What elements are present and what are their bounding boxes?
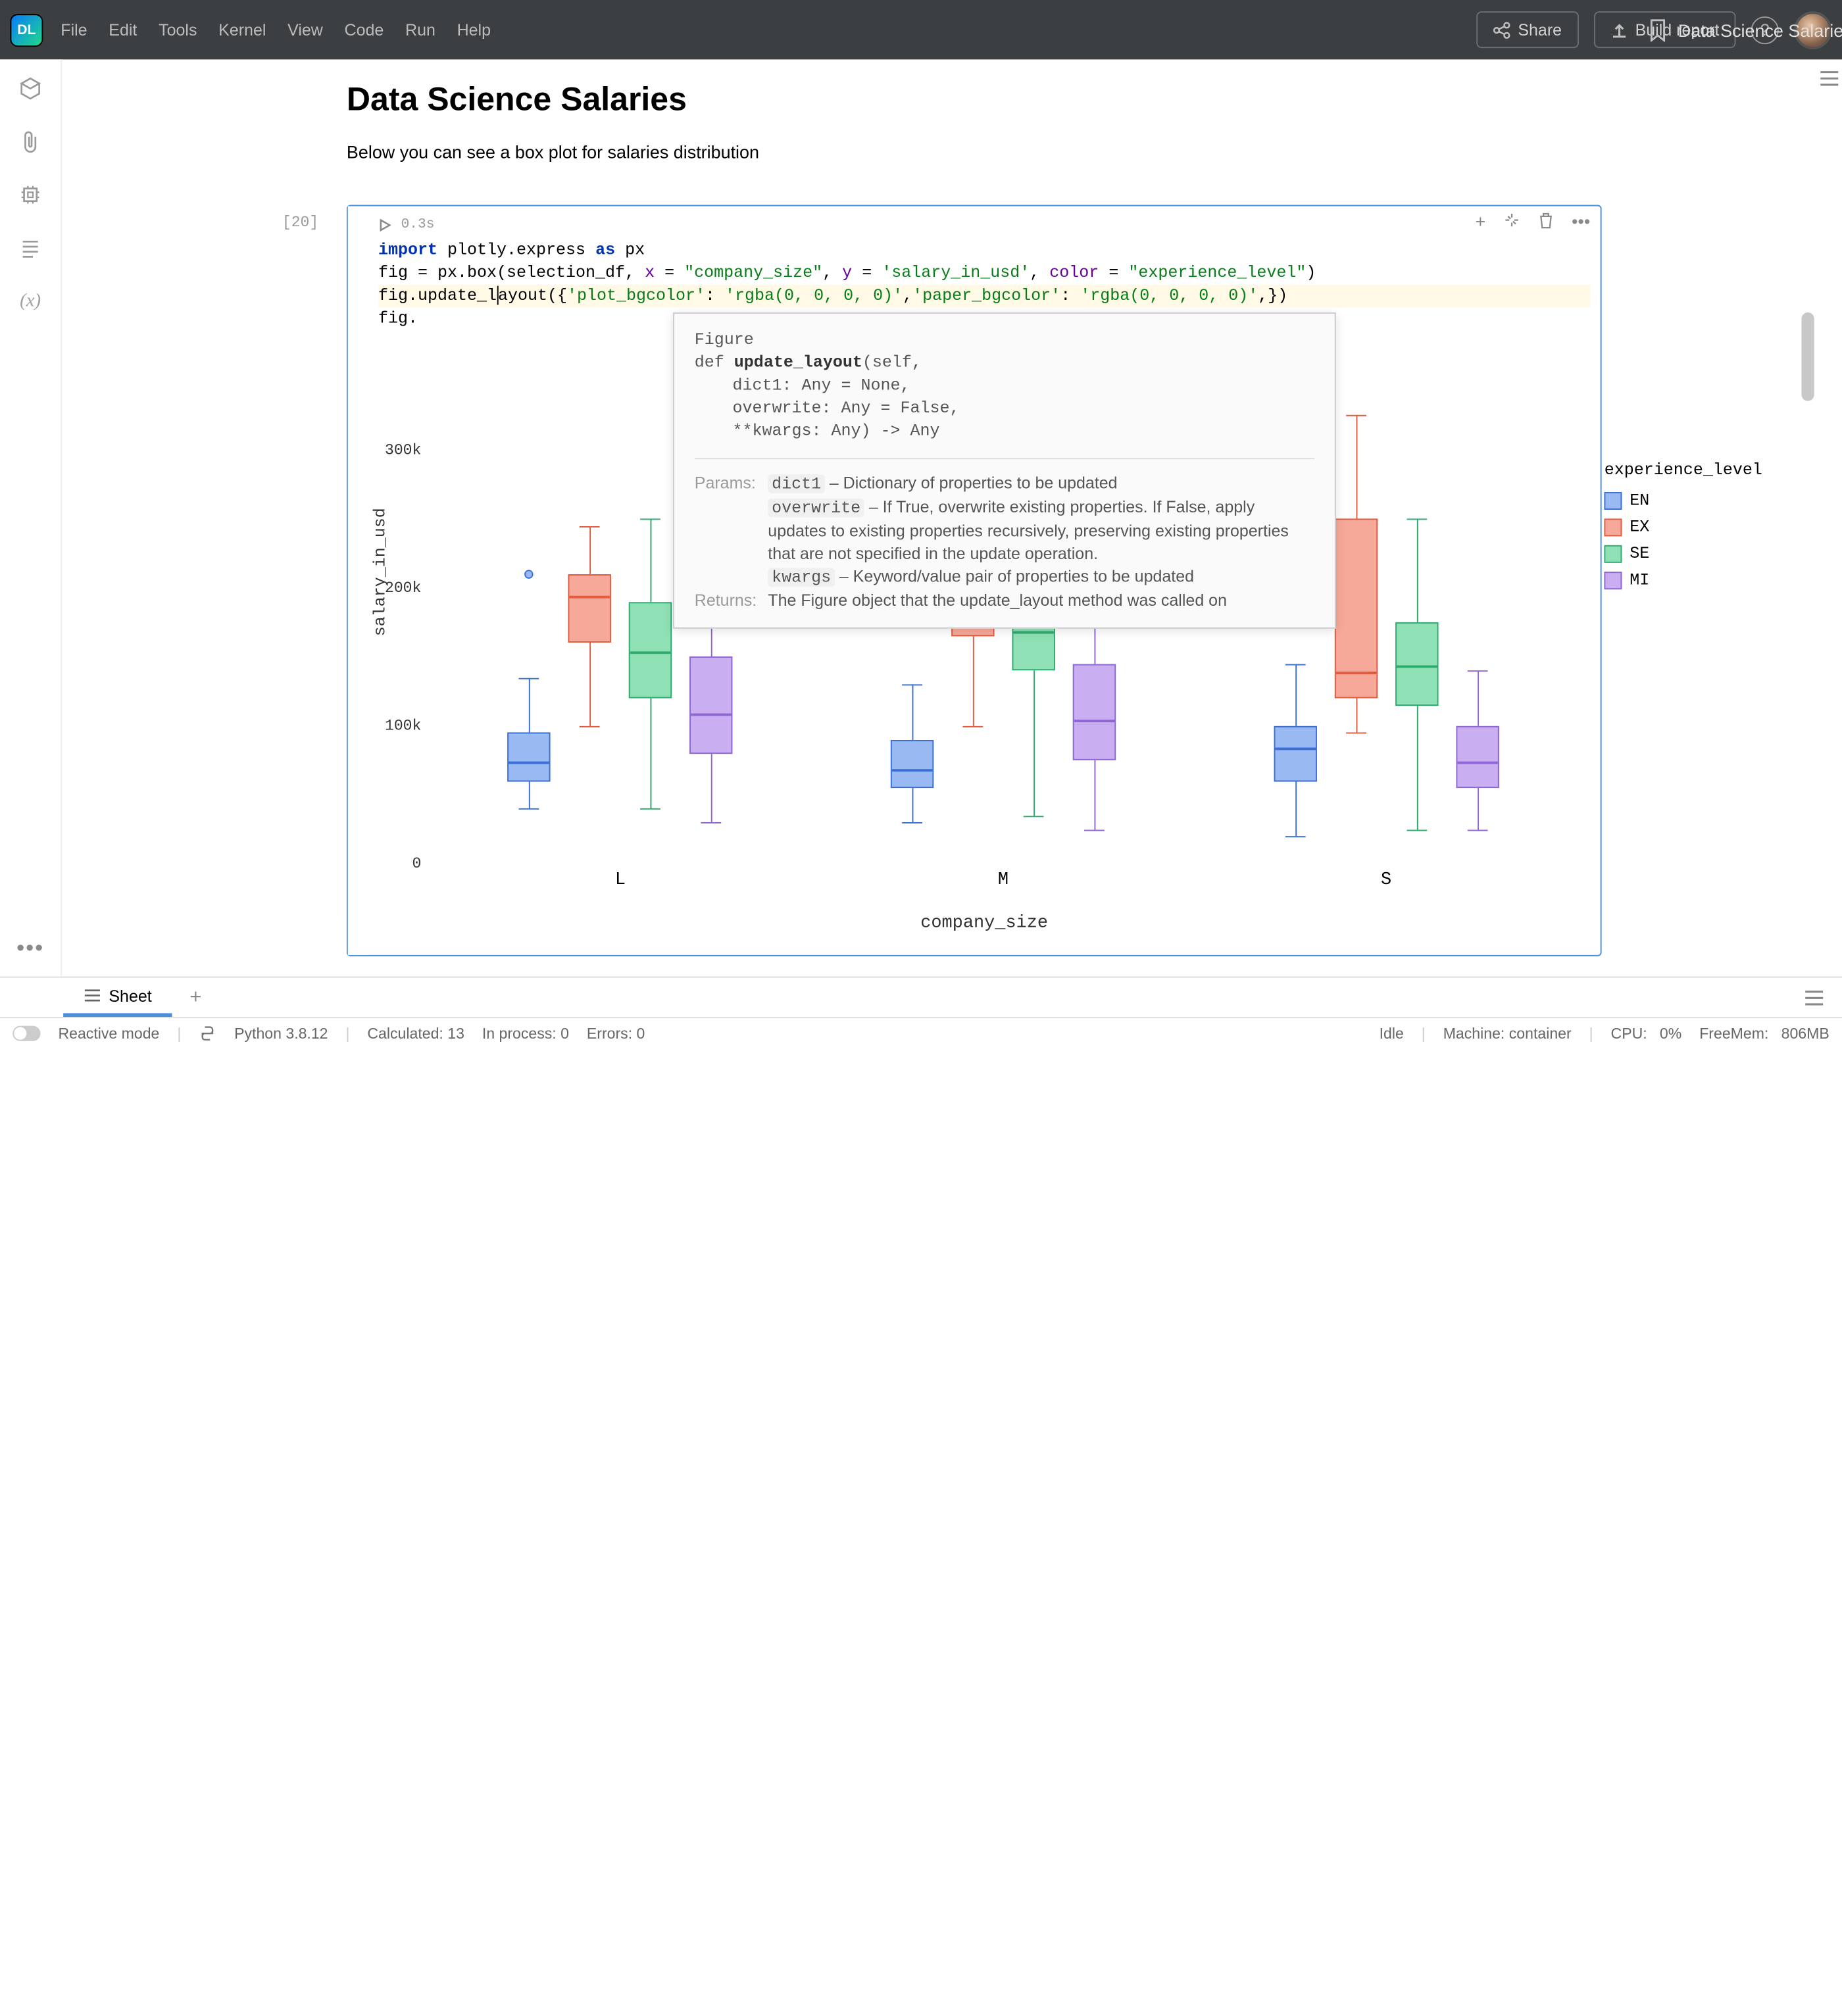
cell-options-icon[interactable]: [1503, 211, 1521, 232]
legend-swatch: [1605, 572, 1622, 589]
reactive-label: Reactive mode: [58, 1024, 159, 1042]
menu-run[interactable]: Run: [405, 20, 436, 39]
main-menu: File Edit Tools Kernel View Code Run Hel…: [61, 20, 491, 39]
left-rail: (x) •••: [0, 59, 62, 976]
add-sheet-icon[interactable]: +: [172, 986, 220, 1009]
add-cell-icon[interactable]: +: [1475, 211, 1485, 232]
top-bar: DL File Edit Tools Kernel View Code Run …: [0, 0, 1842, 59]
legend-swatch: [1605, 545, 1622, 563]
menu-edit[interactable]: Edit: [109, 20, 137, 39]
box-EX-L[interactable]: [568, 408, 611, 864]
sheet-tabs: Sheet +: [0, 977, 1842, 1018]
run-cell-icon[interactable]: [378, 219, 391, 232]
outline-icon[interactable]: [16, 234, 44, 262]
code-editor[interactable]: 0.3s import plotly.express as px fig = p…: [368, 206, 1601, 954]
legend-item[interactable]: EX: [1605, 516, 1762, 539]
status-bar: Reactive mode | Python 3.8.12 | Calculat…: [0, 1017, 1842, 1047]
sheet-menu-icon[interactable]: [1804, 989, 1824, 1006]
menu-kernel[interactable]: Kernel: [218, 20, 266, 39]
legend-item[interactable]: MI: [1605, 569, 1762, 592]
page-subtitle: Below you can see a box plot for salarie…: [347, 141, 1817, 162]
share-label: Share: [1518, 20, 1562, 39]
menu-code[interactable]: Code: [345, 20, 384, 39]
reactive-toggle[interactable]: [12, 1025, 40, 1041]
x-tick: M: [998, 869, 1008, 892]
y-axis-label: salary_in_usd: [370, 508, 393, 636]
legend-item[interactable]: SE: [1605, 543, 1762, 566]
legend-item[interactable]: EN: [1605, 489, 1762, 512]
status-calculated: Calculated: 13: [367, 1024, 464, 1042]
menu-tools[interactable]: Tools: [159, 20, 197, 39]
doc-tooltip: Figure def update_layout(self, dict1: An…: [673, 312, 1336, 629]
variables-icon[interactable]: (x): [16, 287, 44, 315]
app-logo[interactable]: DL: [10, 13, 43, 46]
python-icon: [199, 1024, 216, 1042]
box-MI-S[interactable]: [1456, 408, 1499, 864]
tab-sheet[interactable]: Sheet: [63, 978, 172, 1018]
x-tick: S: [1381, 869, 1391, 892]
delete-cell-icon[interactable]: [1539, 211, 1554, 232]
project-icon[interactable]: [16, 74, 44, 102]
status-idle: Idle: [1380, 1024, 1404, 1042]
menu-view[interactable]: View: [287, 20, 323, 39]
status-inprocess: In process: 0: [482, 1024, 569, 1042]
bookmark-icon[interactable]: [1648, 18, 1668, 41]
status-errors: Errors: 0: [587, 1024, 645, 1042]
cell-timing: 0.3s: [401, 214, 435, 237]
x-axis-label: company_size: [920, 912, 1048, 935]
scrollbar-thumb[interactable]: [1801, 312, 1814, 401]
right-rail-menu-icon[interactable]: [1819, 70, 1839, 87]
chart-legend[interactable]: experience_level ENEXSEMI: [1605, 459, 1762, 596]
box-SE-S[interactable]: [1395, 408, 1437, 864]
document-title: Data Science Salaries Data: [1678, 20, 1842, 40]
more-rail-icon[interactable]: •••: [16, 935, 44, 961]
box-EX-S[interactable]: [1334, 408, 1377, 864]
python-version: Python 3.8.12: [234, 1024, 328, 1042]
legend-swatch: [1605, 518, 1622, 536]
menu-file[interactable]: File: [61, 20, 87, 39]
share-button[interactable]: Share: [1476, 11, 1578, 48]
menu-help[interactable]: Help: [457, 20, 491, 39]
page-title: Data Science Salaries: [347, 80, 1817, 119]
box-EN-L[interactable]: [508, 408, 551, 864]
more-cell-icon[interactable]: •••: [1572, 211, 1590, 232]
status-machine: Machine: container: [1443, 1024, 1572, 1042]
attachment-icon[interactable]: [16, 128, 44, 155]
legend-swatch: [1605, 492, 1622, 510]
code-cell[interactable]: [20] + ••• 0.3s import plotly.express a: [347, 205, 1602, 956]
x-tick: L: [615, 869, 626, 892]
cell-prompt: [20]: [282, 214, 318, 232]
chip-icon[interactable]: [16, 181, 44, 209]
box-SE-L[interactable]: [629, 408, 672, 864]
